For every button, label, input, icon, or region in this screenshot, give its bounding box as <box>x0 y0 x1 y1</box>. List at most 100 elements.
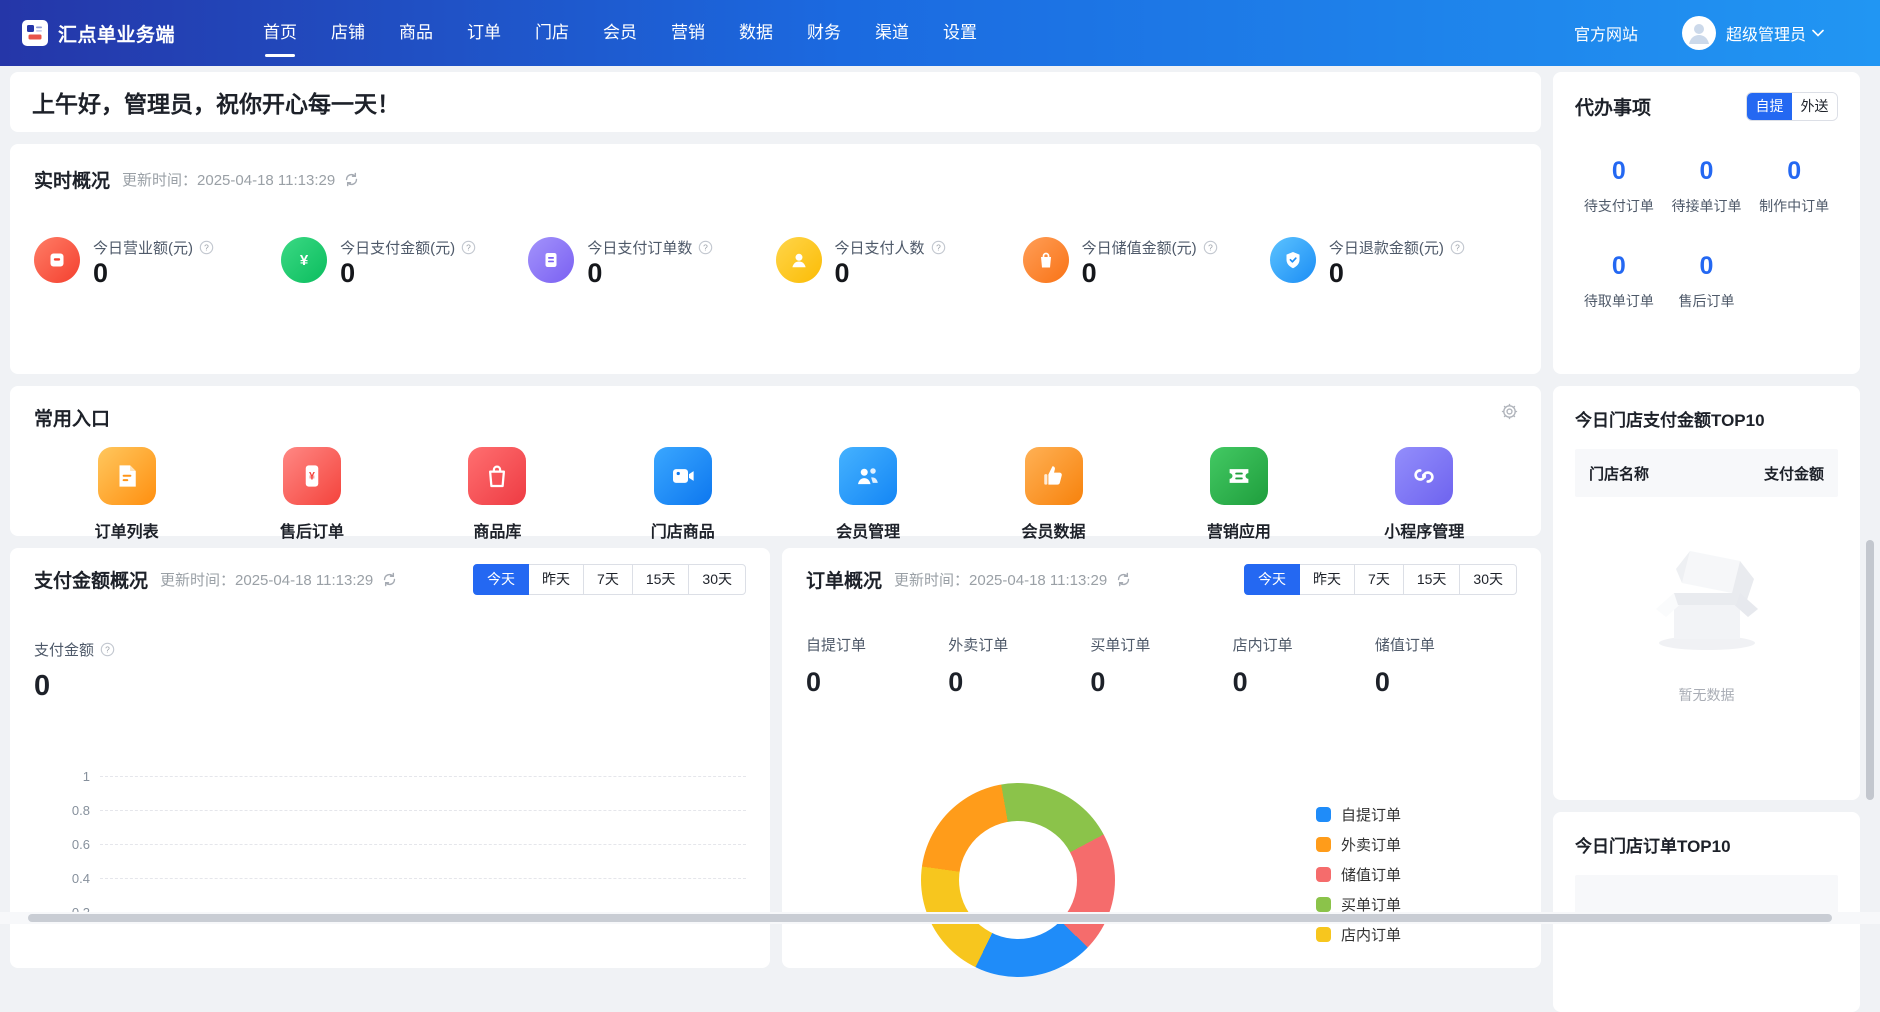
help-icon[interactable]: ? <box>1450 240 1465 255</box>
shield-icon <box>1270 237 1316 283</box>
main-column: 上午好，管理员，祝你开心每一天！ 实时概况 更新时间：2025-04-18 11… <box>10 72 1541 968</box>
bag-icon <box>1023 237 1069 283</box>
vertical-scrollbar[interactable] <box>1866 540 1874 800</box>
gear-icon[interactable] <box>1500 402 1519 421</box>
menu-item-data[interactable]: 数据 <box>737 0 775 66</box>
help-icon[interactable]: ? <box>1203 240 1218 255</box>
tab-15d[interactable]: 15天 <box>1403 564 1461 595</box>
menu-item-settings[interactable]: 设置 <box>941 0 979 66</box>
entry-member-data[interactable]: 会员数据 <box>961 447 1146 542</box>
tab-today[interactable]: 今天 <box>473 564 529 595</box>
y-tick: 1 <box>34 769 100 784</box>
refresh-icon[interactable] <box>343 171 360 188</box>
horizontal-scrollbar[interactable] <box>28 914 1832 922</box>
y-tick: 0.8 <box>34 803 100 818</box>
legend-pickup[interactable]: 自提订单 <box>1316 799 1401 829</box>
stat-today-pay-amount: ¥ 今日支付金额(元)? 0 <box>281 237 528 289</box>
help-icon[interactable]: ? <box>698 240 713 255</box>
gridline <box>100 844 746 845</box>
realtime-stats: 今日营业额(元)? 0 ¥ 今日支付金额(元)? 0 今日支付订单数? 0 <box>34 237 1517 289</box>
gridline <box>100 878 746 879</box>
tab-7d[interactable]: 7天 <box>583 564 633 595</box>
stat-value: 0 <box>93 258 108 288</box>
col-pay-amount: 支付金额 <box>1764 463 1824 484</box>
entry-marketing-apps[interactable]: 营销应用 <box>1146 447 1331 542</box>
menu-item-marketing[interactable]: 营销 <box>669 0 707 66</box>
stat-today-refund: 今日退款金额(元)? 0 <box>1270 237 1517 289</box>
order-donut-chart <box>921 783 1115 977</box>
entry-order-list[interactable]: 订单列表 <box>34 447 219 542</box>
todo-aftersale[interactable]: 0售后订单 <box>1663 252 1751 311</box>
todo-to-pickup[interactable]: 0待取单订单 <box>1575 252 1663 311</box>
menu-item-goods[interactable]: 商品 <box>397 0 435 66</box>
brand: 汇点单业务端 <box>22 20 175 47</box>
stat-value: 0 <box>835 258 850 288</box>
update-time-value: 2025-04-18 11:13:29 <box>235 572 373 589</box>
update-time-label: 更新时间： <box>122 172 197 189</box>
app-logo-icon <box>22 20 48 46</box>
section-title: 今日门店订单TOP10 <box>1575 832 1838 857</box>
help-icon[interactable]: ? <box>461 240 476 255</box>
todo-to-accept[interactable]: 0待接单订单 <box>1663 157 1751 216</box>
pay-amount-overview-card: 支付金额概况 更新时间：2025-04-18 11:13:29 今天 昨天 7天… <box>10 548 770 968</box>
avatar[interactable] <box>1682 16 1716 50</box>
update-time-value: 2025-04-18 11:13:29 <box>197 172 335 189</box>
greeting-card: 上午好，管理员，祝你开心每一天！ <box>10 72 1541 132</box>
chevron-down-icon[interactable] <box>1812 29 1824 37</box>
tab-today[interactable]: 今天 <box>1244 564 1300 595</box>
menu-item-stores[interactable]: 门店 <box>533 0 571 66</box>
entry-aftersale-orders[interactable]: ¥ 售后订单 <box>219 447 404 542</box>
period-tabs: 今天 昨天 7天 15天 30天 <box>1244 564 1517 595</box>
register-icon <box>34 237 80 283</box>
todo-unpaid[interactable]: 0待支付订单 <box>1575 157 1663 216</box>
goods-bag-icon <box>468 447 526 505</box>
aftersale-phone-icon: ¥ <box>283 447 341 505</box>
section-title: 订单概况 <box>806 566 882 593</box>
tab-7d[interactable]: 7天 <box>1354 564 1404 595</box>
menu-item-shop[interactable]: 店铺 <box>329 0 367 66</box>
menu-item-orders[interactable]: 订单 <box>465 0 503 66</box>
legend-delivery[interactable]: 外卖订单 <box>1316 829 1401 859</box>
svg-text:?: ? <box>105 644 110 654</box>
stat-label: 今日支付人数 <box>835 237 925 258</box>
refresh-icon[interactable] <box>1115 571 1132 588</box>
entry-store-goods[interactable]: 门店商品 <box>590 447 775 542</box>
update-time-label: 更新时间： <box>160 572 235 589</box>
tab-30d[interactable]: 30天 <box>688 564 746 595</box>
thumb-up-icon <box>1025 447 1083 505</box>
refresh-icon[interactable] <box>381 571 398 588</box>
bottom-row: 支付金额概况 更新时间：2025-04-18 11:13:29 今天 昨天 7天… <box>10 548 1541 968</box>
ostat-pickup: 自提订单0 <box>806 634 948 698</box>
official-site-link[interactable]: 官方网站 <box>1574 21 1638 45</box>
order-overview-card: 订单概况 更新时间：2025-04-18 11:13:29 今天 昨天 7天 1… <box>782 548 1541 968</box>
help-icon[interactable]: ? <box>100 642 115 657</box>
entry-member-management[interactable]: 会员管理 <box>776 447 961 542</box>
menu-item-members[interactable]: 会员 <box>601 0 639 66</box>
current-user[interactable]: 超级管理员 <box>1726 21 1806 45</box>
menu-item-home[interactable]: 首页 <box>261 0 299 66</box>
legend-stored[interactable]: 储值订单 <box>1316 859 1401 889</box>
pay-amount-line-chart: 1 0.8 0.6 0.4 0.2 <box>34 759 746 929</box>
stat-label: 今日支付金额(元) <box>340 237 455 258</box>
gridline <box>100 776 746 777</box>
update-time-label: 更新时间： <box>894 572 969 589</box>
menu-item-finance[interactable]: 财务 <box>805 0 843 66</box>
section-title: 实时概况 <box>34 166 110 193</box>
svg-text:?: ? <box>204 242 209 252</box>
tab-15d[interactable]: 15天 <box>632 564 690 595</box>
toggle-delivery[interactable]: 外送 <box>1792 93 1837 120</box>
toggle-pickup[interactable]: 自提 <box>1747 93 1792 120</box>
entry-miniprogram-management[interactable]: 小程序管理 <box>1332 447 1517 542</box>
stat-today-stored-value: 今日储值金额(元)? 0 <box>1023 237 1270 289</box>
tab-yesterday[interactable]: 昨天 <box>528 564 584 595</box>
tab-yesterday[interactable]: 昨天 <box>1299 564 1355 595</box>
period-tabs: 今天 昨天 7天 15天 30天 <box>473 564 746 595</box>
todo-making[interactable]: 0制作中订单 <box>1750 157 1838 216</box>
help-icon[interactable]: ? <box>199 240 214 255</box>
legend-swatch <box>1316 897 1331 912</box>
help-icon[interactable]: ? <box>931 240 946 255</box>
stat-value: 0 <box>340 258 355 288</box>
entry-goods-library[interactable]: 商品库 <box>405 447 590 542</box>
tab-30d[interactable]: 30天 <box>1459 564 1517 595</box>
menu-item-channels[interactable]: 渠道 <box>873 0 911 66</box>
